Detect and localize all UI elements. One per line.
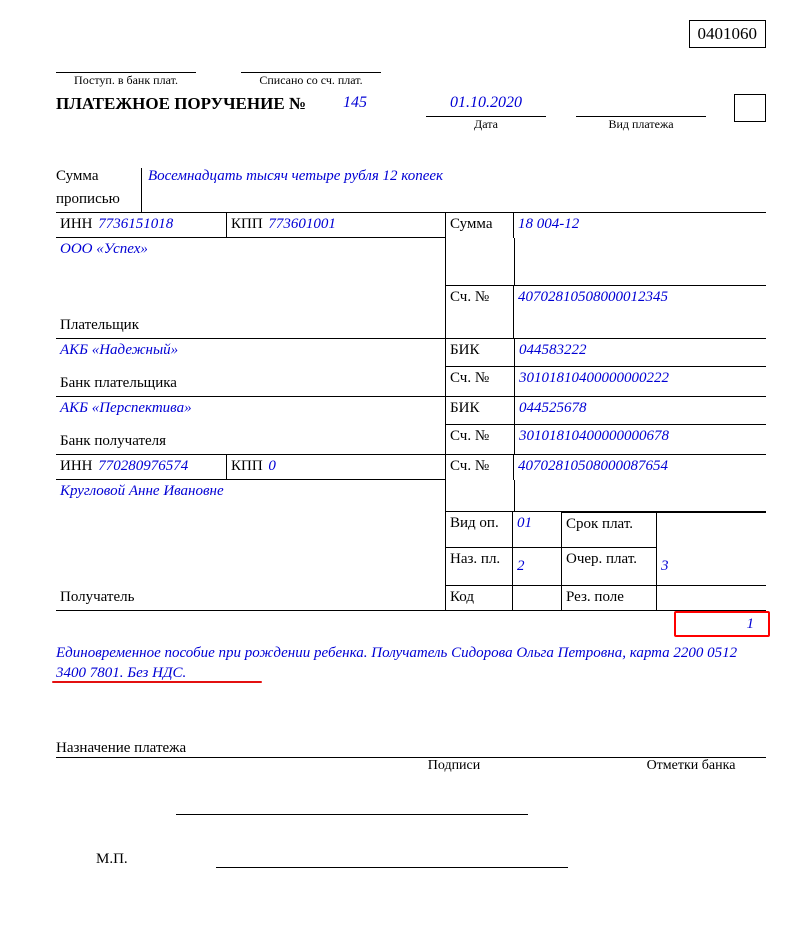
ocher-plat: 3 [657,548,766,586]
sum-label-cell: Сумма [445,213,513,238]
recv-bank: АКБ «Перспектива» [56,397,445,421]
sum-words-label2: прописью [56,191,141,212]
kpp-payer-cell: КПП 773601001 [226,213,445,238]
rez-pole [657,586,766,610]
kpp-recv-cell: КПП 0 [226,455,445,480]
payer-label: Плательщик [60,317,139,334]
date-label: Дата [426,117,546,132]
payer-bank-bik: 044583222 [515,339,766,367]
acc-label-1: Сч. № [445,286,513,338]
acc-label-2: Сч. № [446,367,514,391]
red-underline [52,681,262,683]
sum-value-cell: 18 004-12 [513,213,766,238]
payer-bank: АКБ «Надежный» [56,339,445,363]
srok-plat-label: Срок плат. [561,512,657,548]
postup-label: Поступ. в банк плат. [56,73,196,88]
vid-op-label: Вид оп. [445,512,513,548]
bik-label-1: БИК [446,339,514,367]
payer-name: ООО «Успех» [56,238,445,286]
recv-label: Получатель [56,586,445,610]
naz-pl-label: Наз. пл. [445,548,513,586]
doc-title: ПЛАТЕЖНОЕ ПОРУЧЕНИЕ № [56,94,306,114]
okud-box: 0401060 [689,20,767,48]
highlight-box: 1 [674,611,770,637]
status-box [734,94,766,122]
payer-bank-label: Банк плательщика [56,363,445,396]
signature-line-2 [216,867,568,868]
spisano-value [241,56,381,73]
vid-platezha-label: Вид платежа [576,117,706,132]
naz-pl: 2 [513,548,561,586]
okud-code: 0401060 [698,24,758,43]
vid-platezha-value [576,94,706,117]
bank-marks-label: Отметки банка [616,758,766,774]
recv-bank-acc: 30101810400000000678 [515,425,766,449]
kod [513,586,561,610]
payer-acc: 40702810508000012345 [513,286,766,338]
vid-op: 01 [513,512,561,548]
purpose-label: Назначение платежа [56,740,766,757]
kod-label: Код [445,586,513,610]
recv-name: Кругловой Анне Ивановне [56,480,445,512]
spisano-label: Списано со сч. плат. [241,73,381,88]
sum-words-value: Восемнадцать тысяч четыре рубля 12 копее… [148,168,766,185]
recv-bank-label: Банк получателя [56,421,445,454]
inn-payer-cell: ИНН 7736151018 [56,213,226,238]
postup-value [56,56,196,73]
bik-label-2: БИК [446,397,514,425]
inn-recv-cell: ИНН 770280976574 [56,455,226,480]
mp-label: М.П. [56,851,216,868]
recv-acc: 40702810508000087654 [513,455,766,480]
purpose-text: Единовременное пособие при рождении ребе… [56,643,766,684]
sum-words-label1: Сумма [56,168,141,185]
srok-plat [657,512,766,548]
highlight-number: 1 [747,616,755,633]
rez-pole-label: Рез. поле [561,586,657,610]
payer-bank-acc: 30101810400000000222 [515,367,766,391]
doc-number: 145 [320,94,390,112]
signature-line-1 [176,814,528,815]
ocher-plat-label: Очер. плат. [561,548,657,586]
acc-label-4: Сч. № [445,455,513,480]
acc-label-3: Сч. № [446,425,514,449]
recv-bank-bik: 044525678 [515,397,766,425]
doc-date: 01.10.2020 [426,94,546,117]
signatures-label: Подписи [368,758,540,774]
